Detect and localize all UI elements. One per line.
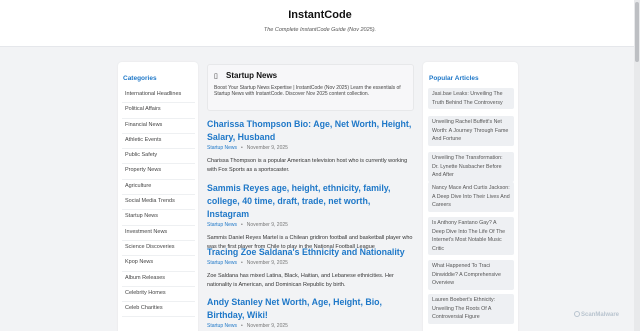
popular-article-link[interactable]: What Happened To Traci Dinwiddie? A Comp…	[428, 260, 514, 290]
post-date: November 9, 2025	[246, 323, 288, 329]
post-excerpt: Charissa Thompson is a popular American …	[207, 158, 408, 173]
meta-separator: •	[241, 222, 243, 228]
post-category-link[interactable]: Startup News	[207, 145, 237, 151]
category-link[interactable]: Financial News	[122, 119, 195, 134]
category-link[interactable]: Property News	[122, 164, 195, 180]
post-meta: Startup News • November 9, 2025	[207, 145, 414, 151]
post-title-link[interactable]: Tracing Zoe Saldana's Ethnicity and Nati…	[207, 246, 414, 259]
meta-separator: •	[241, 145, 243, 151]
category-link[interactable]: Public Safety	[122, 149, 195, 165]
category-link[interactable]: Political Affairs	[122, 103, 195, 119]
category-link[interactable]: Celeb Charities	[122, 302, 195, 318]
watermark: ScanMalware	[574, 311, 619, 318]
popular-articles-sidebar: Popular Articles Jasi.bae Leaks: Unveili…	[423, 62, 518, 331]
post-date: November 9, 2025	[246, 145, 288, 151]
post-card: Andy Stanley Net Worth, Age, Height, Bio…	[207, 296, 414, 329]
category-intro: ▯ Startup News Boost Your Startup News E…	[207, 64, 414, 111]
site-tagline: The Complete InstantCode Guide (Nov 2025…	[263, 27, 377, 33]
category-link[interactable]: Celebrity Homes	[122, 287, 195, 303]
post-card: Sammis Reyes age, height, ethnicity, fam…	[207, 182, 414, 251]
post-category-link[interactable]: Startup News	[207, 222, 237, 228]
category-link[interactable]: Album Releases	[122, 272, 195, 287]
popular-article-link[interactable]: Unveiling The Transformation: Dr. Lynett…	[428, 152, 514, 182]
shield-icon	[574, 311, 580, 317]
folder-icon: ▯	[214, 73, 218, 80]
scrollbar-thumb[interactable]	[635, 2, 639, 62]
post-card: Tracing Zoe Saldana's Ethnicity and Nati…	[207, 246, 414, 289]
categories-heading: Categories	[123, 75, 157, 82]
site-title[interactable]: InstantCode	[0, 9, 640, 21]
popular-article-link[interactable]: Is Anthony Fantano Gay? A Deep Dive Into…	[428, 217, 514, 255]
watermark-text: ScanMalware	[581, 312, 620, 318]
category-link[interactable]: Startup News	[122, 210, 195, 226]
meta-separator: •	[241, 323, 243, 329]
category-link[interactable]: Science Discoveries	[122, 241, 195, 257]
popular-articles-heading: Popular Articles	[429, 75, 479, 82]
main-content: ▯ Startup News Boost Your Startup News E…	[200, 62, 420, 331]
popular-article-link[interactable]: Jasi.bae Leaks: Unveiling The Truth Behi…	[428, 88, 514, 109]
post-date: November 9, 2025	[246, 260, 288, 266]
category-link[interactable]: Athletic Events	[122, 134, 195, 150]
post-title-link[interactable]: Sammis Reyes age, height, ethnicity, fam…	[207, 182, 414, 221]
popular-article-link[interactable]: Unveiling Rachel Buffett's Net Worth: A …	[428, 116, 514, 146]
post-title-link[interactable]: Charissa Thompson Bio: Age, Net Worth, H…	[207, 118, 414, 144]
category-link[interactable]: International Headlines	[122, 88, 195, 104]
category-link[interactable]: Social Media Trends	[122, 195, 195, 211]
post-category-link[interactable]: Startup News	[207, 260, 237, 266]
post-category-link[interactable]: Startup News	[207, 323, 237, 329]
post-meta: Startup News • November 9, 2025	[207, 323, 414, 329]
categories-sidebar: Categories International Headlines Polit…	[118, 62, 198, 331]
post-date: November 9, 2025	[246, 222, 288, 228]
post-excerpt: Zoe Saldana has mixed Latina, Black, Hai…	[207, 273, 394, 288]
category-title: Startup News	[226, 71, 278, 80]
category-link[interactable]: Agriculture	[122, 180, 195, 196]
post-meta: Startup News • November 9, 2025	[207, 260, 414, 266]
meta-separator: •	[241, 260, 243, 266]
post-meta: Startup News • November 9, 2025	[207, 222, 414, 228]
category-link[interactable]: Investment News	[122, 226, 195, 241]
popular-article-link[interactable]: Lauren Boebert's Ethnicity: Unveiling Th…	[428, 294, 514, 324]
category-link[interactable]: Kpop News	[122, 256, 195, 272]
popular-article-link[interactable]: Nancy Mace And Curtis Jackson: A Deep Di…	[428, 182, 514, 212]
site-header: InstantCode The Complete InstantCode Gui…	[0, 0, 640, 47]
post-card: Charissa Thompson Bio: Age, Net Worth, H…	[207, 118, 414, 174]
categories-list: International Headlines Political Affair…	[122, 88, 195, 318]
page-scrollbar[interactable]	[634, 0, 640, 331]
category-description: Boost Your Startup News Expertise | Inst…	[214, 85, 401, 98]
post-title-link[interactable]: Andy Stanley Net Worth, Age, Height, Bio…	[207, 296, 414, 322]
